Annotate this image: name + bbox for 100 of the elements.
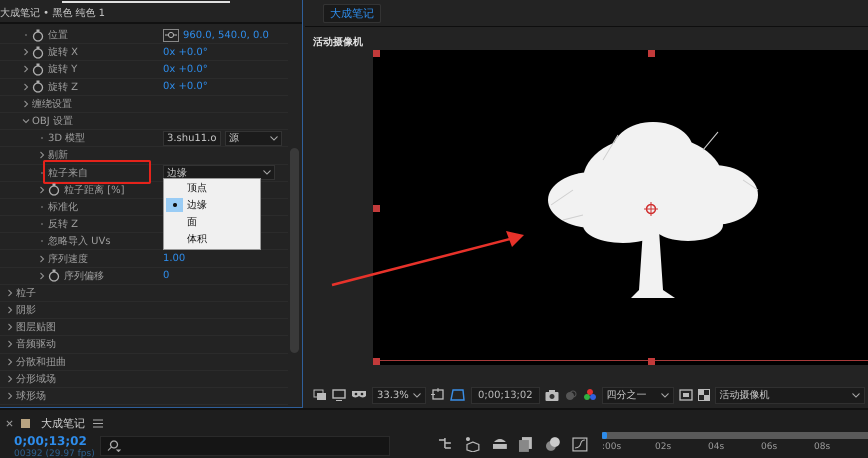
chevron-icon[interactable] — [6, 340, 14, 348]
stopwatch-icon[interactable] — [32, 28, 44, 42]
property-label: 音频驱动 — [16, 338, 56, 352]
search-field[interactable] — [100, 436, 390, 456]
stopwatch-icon[interactable] — [32, 80, 44, 94]
caret-icon — [263, 170, 271, 176]
frame-count: 00392 (29.97 fps) — [14, 448, 96, 458]
property-label: 标准化 — [48, 200, 78, 214]
menu-item[interactable]: 边缘 — [164, 196, 260, 214]
label-color-swatch[interactable] — [21, 418, 30, 428]
ruler-label: 02s — [655, 442, 672, 452]
property-label: 分形域场 — [16, 372, 56, 386]
region-icon[interactable] — [678, 389, 693, 401]
mask-path-icon[interactable] — [450, 388, 466, 402]
zoom-dropdown[interactable]: 33.3% — [372, 386, 426, 404]
ruler-label: 04s — [708, 442, 726, 452]
property-label: 粒子来自 — [48, 166, 88, 180]
property-label: 忽略导入 UVs — [48, 234, 111, 248]
chevron-icon[interactable] — [6, 323, 14, 332]
chevron-icon[interactable] — [22, 48, 30, 56]
graph-editor-icon[interactable] — [572, 436, 588, 452]
menu-icon[interactable] — [93, 418, 103, 428]
layers-icon[interactable] — [313, 389, 327, 401]
menu-item[interactable]: 顶点 — [164, 180, 260, 196]
property-value[interactable]: 0x +0.0° — [163, 64, 208, 75]
transparency-grid-icon[interactable] — [698, 389, 710, 401]
property-label: 旋转 X — [48, 46, 78, 60]
ruler-label: 08s — [814, 442, 832, 452]
caret-icon — [660, 392, 669, 398]
chevron-icon[interactable] — [22, 65, 30, 74]
time-ruler[interactable]: :00s 02s 04s 06s 08s — [602, 432, 868, 452]
composition-tab[interactable]: 大成笔记 — [323, 4, 381, 22]
chevron-icon[interactable] — [6, 358, 14, 366]
chevron-icon[interactable] — [38, 272, 46, 280]
chevron-icon[interactable] — [38, 254, 46, 263]
property-value[interactable]: 0x +0.0° — [163, 81, 208, 92]
current-time[interactable]: 0;00;13;02 — [14, 434, 100, 448]
property-value[interactable]: 960.0, 540.0, 0.0 — [183, 30, 269, 41]
stopwatch-icon[interactable] — [32, 46, 44, 59]
motion-blur-icon[interactable] — [545, 436, 562, 452]
stopwatch-icon[interactable] — [48, 269, 60, 282]
layer-handle[interactable] — [373, 50, 380, 57]
property-label: OBJ 设置 — [32, 114, 73, 128]
flowchart-icon[interactable] — [438, 436, 454, 450]
property-label: 粒子距离 [%] — [64, 184, 124, 197]
frame-icon[interactable] — [431, 388, 445, 402]
stopwatch-icon[interactable] — [48, 183, 60, 196]
chevron-icon[interactable] — [22, 82, 30, 91]
film-frames-icon[interactable] — [518, 436, 534, 452]
chevron-icon[interactable] — [22, 100, 30, 108]
chevron-icon[interactable] — [38, 151, 46, 160]
caret-icon — [413, 392, 421, 398]
property-value[interactable]: 0 — [163, 270, 170, 282]
dropdown[interactable]: 3.shu11.o — [163, 130, 221, 146]
dropdown[interactable]: 源 — [225, 130, 282, 146]
caret-icon — [852, 392, 860, 398]
chevron-icon[interactable] — [6, 374, 14, 383]
property-label: 分散和扭曲 — [16, 356, 66, 369]
crosshair-icon[interactable] — [644, 202, 658, 216]
property-label: 剔新 — [48, 148, 68, 162]
property-label: 3D 模型 — [48, 132, 86, 146]
color-channels-icon[interactable] — [582, 388, 597, 402]
layer-handle[interactable] — [373, 358, 380, 365]
timecode-field[interactable]: 0;00;13;02 — [471, 386, 540, 404]
property-label: 图层贴图 — [16, 320, 56, 334]
property-label: 阴影 — [16, 304, 36, 318]
property-label: 序列偏移 — [64, 270, 104, 283]
camera-icon[interactable] — [544, 390, 559, 400]
layer-handle[interactable] — [648, 358, 655, 365]
layer-handle[interactable] — [648, 50, 655, 57]
chevron-icon[interactable] — [38, 186, 46, 194]
menu-item[interactable]: 体积 — [164, 230, 260, 248]
property-label: 球形场 — [16, 390, 46, 404]
chevron-icon[interactable] — [6, 288, 14, 297]
search-icon — [107, 440, 121, 452]
layer-stack-icon[interactable] — [492, 436, 508, 450]
cube-icon[interactable] — [464, 436, 481, 452]
chevron-icon[interactable] — [6, 306, 14, 314]
property-label: 缠绕设置 — [32, 98, 72, 111]
layer-handle[interactable] — [373, 205, 380, 212]
chevron-icon[interactable] — [22, 117, 30, 126]
property-label: 序列速度 — [48, 252, 88, 266]
property-label: 粒子 — [16, 286, 36, 300]
menu-item[interactable]: 面 — [164, 214, 260, 230]
chevron-icon[interactable] — [6, 392, 14, 400]
monitor-icon[interactable] — [332, 389, 346, 401]
close-icon[interactable] — [6, 420, 13, 426]
property-label: 旋转 Z — [48, 80, 78, 94]
property-value[interactable]: 1.00 — [163, 253, 186, 264]
stopwatch-icon[interactable] — [32, 62, 44, 76]
property-value[interactable]: 0x +0.0° — [163, 46, 208, 58]
caret-icon — [270, 136, 278, 141]
resolution-dropdown[interactable]: 四分之一 — [602, 386, 674, 404]
target-icon[interactable] — [163, 28, 179, 42]
ruler-label: :00s — [602, 442, 622, 452]
ruler-label: 06s — [761, 442, 778, 452]
property-label: 旋转 Y — [48, 62, 78, 76]
camera-dropdown[interactable]: 活动摄像机 — [714, 386, 865, 404]
timeline-title[interactable]: 大成笔记 — [41, 416, 85, 430]
property-label: 位置 — [48, 28, 68, 42]
